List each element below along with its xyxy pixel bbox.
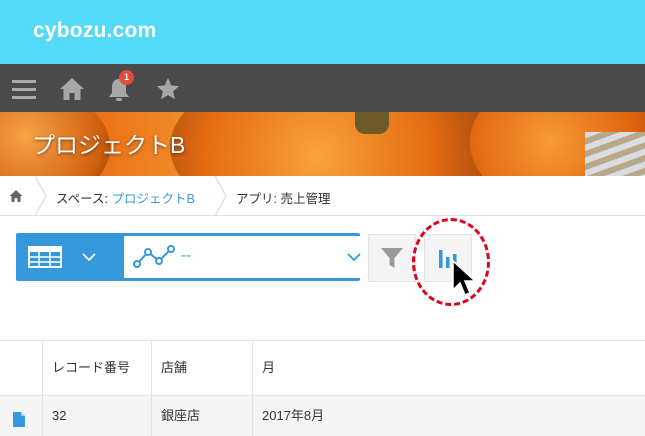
- breadcrumb-space-link[interactable]: プロジェクトB: [111, 192, 194, 206]
- global-navigation: [0, 64, 645, 112]
- space-title: プロジェクトB: [32, 132, 186, 158]
- table-cell-record-number: 32: [43, 395, 152, 436]
- line-graph-icon: [133, 245, 175, 268]
- table-row-detail-cell[interactable]: [0, 395, 43, 436]
- table-view-icon: [28, 246, 62, 268]
- breadcrumb-space-prefix: スペース:: [56, 192, 112, 206]
- space-banner: プロジェクトB: [0, 112, 645, 176]
- record-table: レコード番号 店舗 月 32 銀座店 2017年8月: [0, 340, 645, 436]
- filter-button[interactable]: [368, 234, 416, 282]
- table-cell-month: 2017年8月: [253, 395, 645, 436]
- breadcrumb-separator: [214, 176, 227, 216]
- breadcrumb: スペース: プロジェクトB アプリ: 売上管理: [0, 176, 645, 216]
- view-selector: --: [16, 233, 373, 281]
- filter-icon: [381, 248, 403, 268]
- notification-badge: 1: [119, 70, 134, 85]
- pumpkin-stem: [355, 112, 389, 134]
- graph-select-value: --: [181, 248, 192, 264]
- top-header: cybozu.com: [0, 0, 645, 64]
- home-icon[interactable]: [9, 189, 23, 203]
- table-header-month[interactable]: 月: [253, 340, 645, 395]
- view-type-dropdown[interactable]: [16, 233, 108, 281]
- table-header-store[interactable]: 店舗: [152, 340, 253, 395]
- basket: [585, 132, 645, 176]
- chevron-down-icon: [82, 253, 96, 262]
- breadcrumb-separator: [34, 176, 47, 216]
- breadcrumb-space[interactable]: スペース: プロジェクトB: [56, 188, 195, 207]
- mouse-cursor-icon: [452, 260, 477, 296]
- chevron-down-icon: [347, 253, 361, 262]
- home-icon[interactable]: [59, 76, 85, 102]
- table-cell-store: 銀座店: [152, 395, 253, 436]
- brand-logo[interactable]: cybozu.com: [33, 19, 156, 43]
- document-icon[interactable]: [12, 411, 26, 428]
- banner-image: [170, 112, 500, 176]
- breadcrumb-app: アプリ: 売上管理: [236, 192, 331, 206]
- star-icon[interactable]: [155, 76, 181, 102]
- table-header-icon-column: [0, 340, 43, 395]
- table-header-record-number[interactable]: レコード番号: [43, 340, 152, 395]
- hamburger-icon[interactable]: [11, 77, 37, 103]
- graph-select-dropdown[interactable]: --: [124, 236, 373, 278]
